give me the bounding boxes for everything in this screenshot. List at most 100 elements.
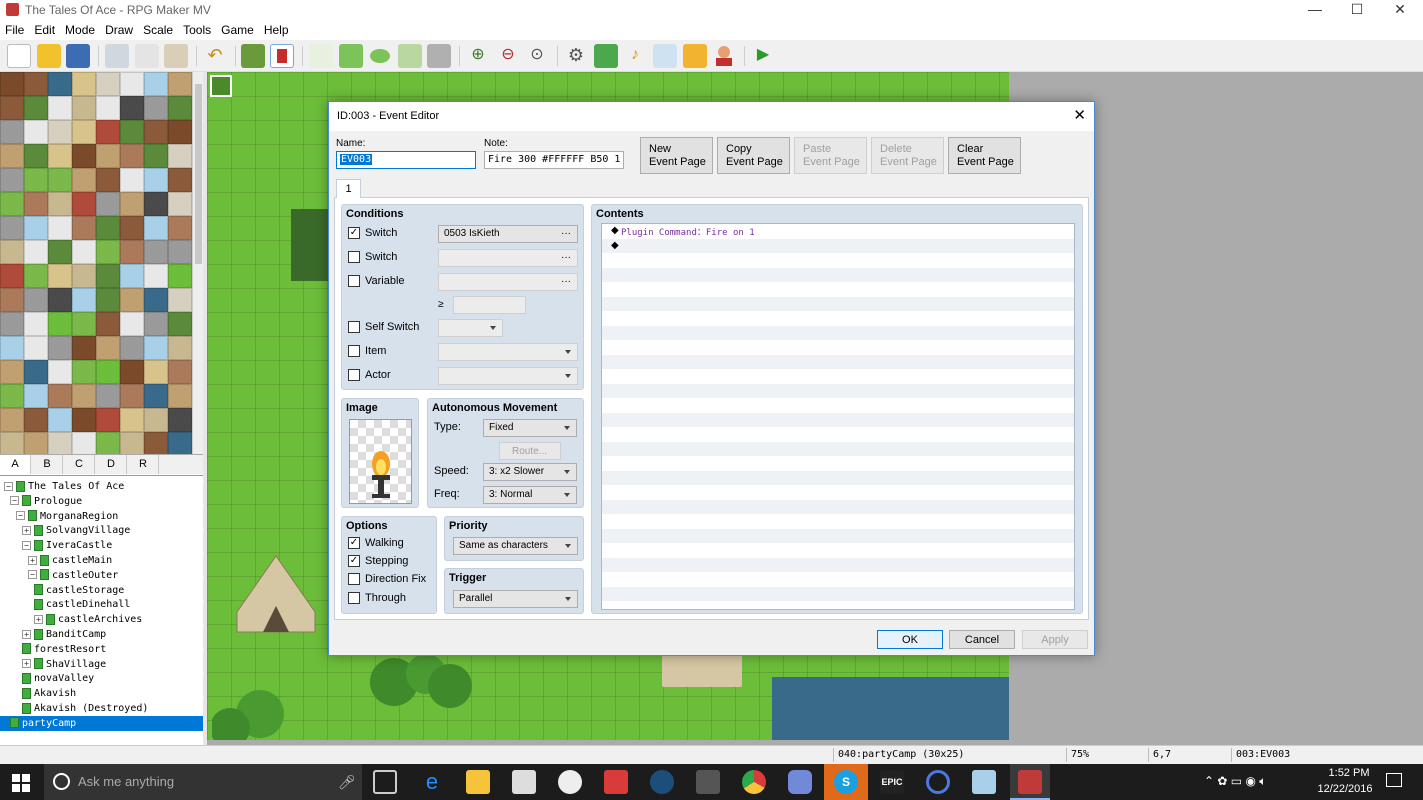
map-tree-item[interactable]: castleStorage xyxy=(0,583,203,598)
command-row[interactable] xyxy=(602,383,1074,398)
tile-swatch[interactable] xyxy=(24,360,48,384)
epic-icon[interactable]: EPIC xyxy=(880,770,904,794)
menu-tools[interactable]: Tools xyxy=(178,20,216,37)
plugin-manager-icon[interactable] xyxy=(594,44,618,68)
map-tree-item[interactable]: Akavish xyxy=(0,686,203,701)
tile-swatch[interactable] xyxy=(72,168,96,192)
tile-swatch[interactable] xyxy=(168,144,192,168)
tile-swatch[interactable] xyxy=(144,96,168,120)
rpg-maker-taskbar-icon[interactable] xyxy=(1018,770,1042,794)
tile-swatch[interactable] xyxy=(168,72,192,96)
expand-icon[interactable]: + xyxy=(22,525,31,535)
fill-icon[interactable] xyxy=(398,44,422,68)
apply-button[interactable]: Apply xyxy=(1022,630,1088,649)
tile-swatch[interactable] xyxy=(48,120,72,144)
tile-swatch[interactable] xyxy=(48,264,72,288)
cortana-search-box[interactable]: Ask me anything 🎤︎ xyxy=(44,764,362,800)
menu-draw[interactable]: Draw xyxy=(100,20,138,37)
tile-swatch[interactable] xyxy=(168,96,192,120)
ellipse-icon[interactable] xyxy=(368,44,392,68)
clock-date[interactable]: 12/22/2016 xyxy=(1312,783,1378,795)
command-row[interactable] xyxy=(602,543,1074,558)
tile-swatch[interactable] xyxy=(48,168,72,192)
tile-swatch[interactable] xyxy=(0,240,24,264)
command-row[interactable] xyxy=(602,267,1074,282)
map-tree-item[interactable]: − MorganaRegion xyxy=(0,509,203,524)
command-row[interactable] xyxy=(602,485,1074,500)
tile-swatch[interactable] xyxy=(168,432,192,455)
tile-swatch[interactable] xyxy=(24,432,48,455)
tile-swatch[interactable] xyxy=(0,96,24,120)
shadow-pen-icon[interactable] xyxy=(427,44,451,68)
open-project-icon[interactable] xyxy=(37,44,61,68)
tile-swatch[interactable] xyxy=(0,360,24,384)
tile-swatch[interactable] xyxy=(96,168,120,192)
menu-mode[interactable]: Mode xyxy=(60,20,100,37)
sound-test-icon[interactable]: ♪ xyxy=(623,44,647,68)
tile-swatch[interactable] xyxy=(0,72,24,96)
tile-swatch[interactable] xyxy=(48,72,72,96)
collapse-icon[interactable]: − xyxy=(10,496,19,506)
tile-swatch[interactable] xyxy=(168,168,192,192)
tile-swatch[interactable] xyxy=(168,120,192,144)
tile-swatch[interactable] xyxy=(0,216,24,240)
windows-start-icon[interactable] xyxy=(12,774,30,792)
map-tree-item[interactable]: + SolvangVillage xyxy=(0,523,203,538)
command-row[interactable] xyxy=(602,470,1074,485)
tile-swatch[interactable] xyxy=(72,432,96,455)
microphone-icon[interactable]: 🎤︎ xyxy=(338,764,356,800)
command-row[interactable] xyxy=(602,311,1074,326)
actor-select[interactable] xyxy=(438,367,578,385)
switch2-select[interactable]: ··· xyxy=(438,249,578,267)
tile-swatch[interactable] xyxy=(24,192,48,216)
tile-swatch[interactable] xyxy=(120,408,144,432)
tile-swatch[interactable] xyxy=(72,336,96,360)
type-select[interactable]: Fixed xyxy=(483,419,577,437)
map-tree-item[interactable]: − The Tales Of Ace xyxy=(0,479,203,494)
tile-swatch[interactable] xyxy=(120,312,144,336)
resource-manager-icon[interactable] xyxy=(683,44,707,68)
tile-swatch[interactable] xyxy=(72,144,96,168)
freq-select[interactable]: 3: Normal xyxy=(483,486,577,504)
command-row[interactable] xyxy=(602,354,1074,369)
switch1-select[interactable]: 0503 IsKieth ··· xyxy=(438,225,578,243)
tile-swatch[interactable] xyxy=(144,288,168,312)
tile-swatch[interactable] xyxy=(96,360,120,384)
item-select[interactable] xyxy=(438,343,578,361)
item-checkbox[interactable] xyxy=(348,345,360,357)
map-tree-item[interactable]: partyCamp xyxy=(0,715,203,731)
tab-c[interactable]: C xyxy=(64,455,95,474)
tile-swatch[interactable] xyxy=(96,72,120,96)
menu-file[interactable]: File xyxy=(0,20,29,37)
menu-game[interactable]: Game xyxy=(216,20,259,37)
tile-swatch[interactable] xyxy=(24,144,48,168)
command-row[interactable] xyxy=(602,340,1074,355)
store-icon[interactable] xyxy=(512,770,536,794)
tile-swatch[interactable] xyxy=(0,432,24,455)
tile-swatch[interactable] xyxy=(48,336,72,360)
tile-swatch[interactable] xyxy=(24,408,48,432)
tile-swatch[interactable] xyxy=(120,432,144,455)
command-row[interactable] xyxy=(602,586,1074,601)
command-row[interactable] xyxy=(602,296,1074,311)
tile-swatch[interactable] xyxy=(120,240,144,264)
tile-swatch[interactable] xyxy=(120,72,144,96)
ok-button[interactable]: OK xyxy=(877,630,943,649)
task-view-icon[interactable] xyxy=(373,770,397,794)
tile-swatch[interactable] xyxy=(48,288,72,312)
collapse-icon[interactable]: − xyxy=(4,481,13,491)
note-input[interactable]: Fire 300 #FFFFFF B50 1 xyxy=(484,151,624,169)
tile-swatch[interactable] xyxy=(168,360,192,384)
tile-swatch[interactable] xyxy=(24,288,48,312)
map-tree-item[interactable]: + BanditCamp xyxy=(0,627,203,642)
event-searcher-icon[interactable] xyxy=(653,44,677,68)
edge-icon[interactable]: e xyxy=(420,770,444,794)
notepad-icon[interactable] xyxy=(972,770,996,794)
command-row[interactable]: ◆ Plugin Command：Fire on 1 xyxy=(602,224,1074,239)
tile-swatch[interactable] xyxy=(48,312,72,336)
tile-swatch[interactable] xyxy=(144,336,168,360)
tab-a[interactable]: A xyxy=(0,455,31,474)
command-row[interactable] xyxy=(602,528,1074,543)
tile-swatch[interactable] xyxy=(72,240,96,264)
tile-swatch[interactable] xyxy=(0,336,24,360)
